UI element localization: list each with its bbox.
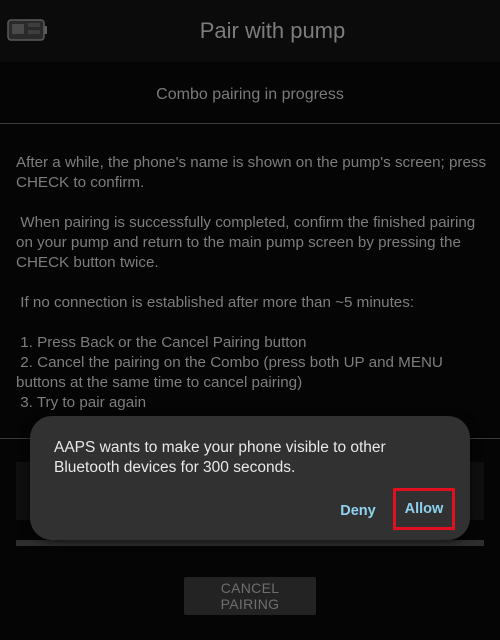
app-bar: Pair with pump: [0, 0, 500, 62]
bluetooth-visibility-dialog: AAPS wants to make your phone visible to…: [30, 416, 470, 540]
header-divider: [0, 123, 500, 124]
deny-button[interactable]: Deny: [337, 501, 379, 521]
pairing-instructions: After a while, the phone's name is shown…: [16, 154, 487, 411]
screen: Pair with pump Combo pairing in progress…: [0, 0, 500, 640]
cancel-pairing-button[interactable]: CANCEL PAIRING: [184, 577, 316, 615]
pairing-status-header: Combo pairing in progress: [156, 86, 344, 103]
allow-button[interactable]: Allow: [393, 488, 455, 530]
dialog-message: AAPS wants to make your phone visible to…: [54, 439, 386, 476]
pairing-progress-bar: [16, 540, 484, 546]
pairing-screen: Pair with pump Combo pairing in progress…: [0, 0, 500, 640]
page-title: Pair with pump: [199, 18, 346, 43]
